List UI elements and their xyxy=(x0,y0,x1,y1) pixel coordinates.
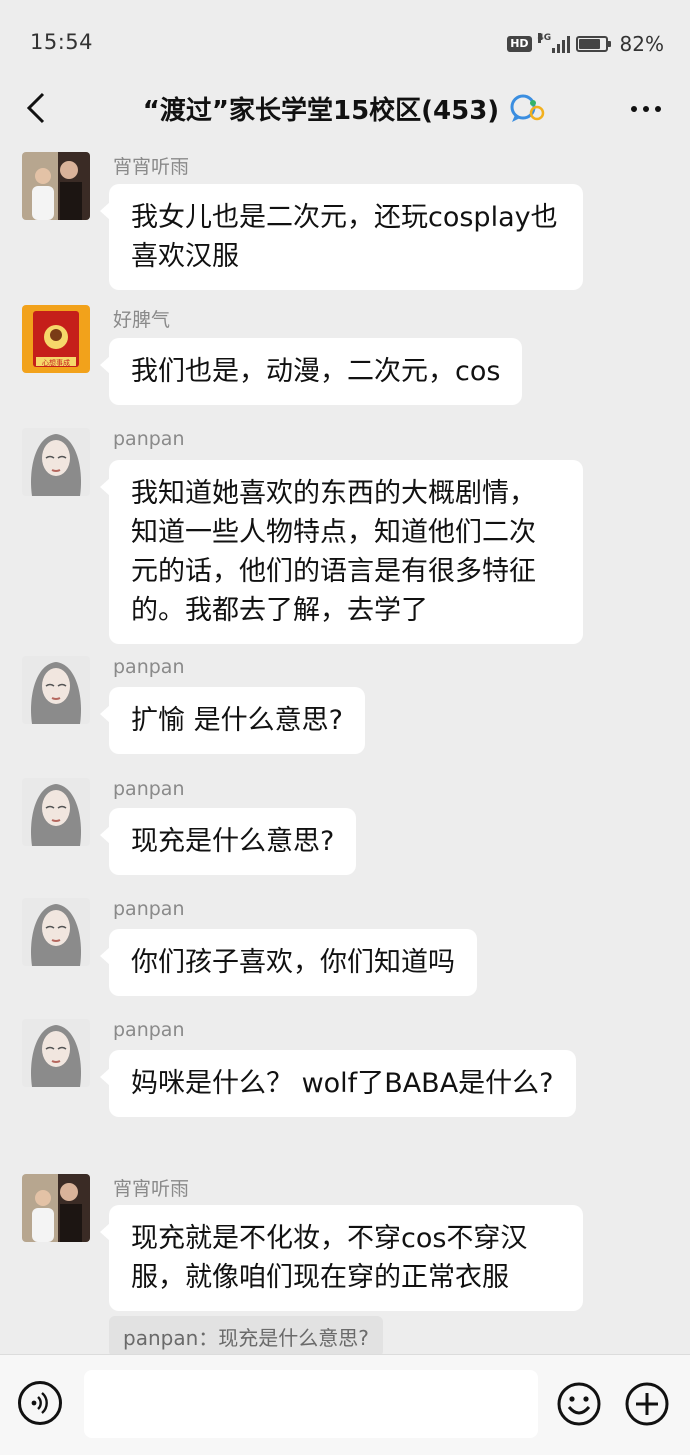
input-bar xyxy=(0,1354,690,1455)
sender-name: panpan xyxy=(113,778,185,800)
network-type: 4G xyxy=(537,33,552,43)
sender-name: panpan xyxy=(113,1019,185,1041)
more-icon xyxy=(631,106,637,112)
battery-percent: 82% xyxy=(619,32,664,56)
message-bubble[interactable]: 扩愉 是什么意思? xyxy=(100,687,365,754)
message-bubble[interactable]: 现充是什么意思? xyxy=(99,808,357,875)
chat-group-icon[interactable] xyxy=(507,91,547,127)
woman-avatar-icon xyxy=(22,898,90,966)
woman-avatar-icon xyxy=(22,1019,90,1087)
chat-header: “渡过”家长学堂15校区(453) xyxy=(0,70,690,148)
message-bubble[interactable]: 我知道她喜欢的东西的大概剧情，知道一些人物特点，知道他们二次元的话，他们的语言是… xyxy=(100,460,583,644)
status-icons: HD 4G 82% xyxy=(507,32,664,56)
avatar-label: 心想事成 xyxy=(42,358,70,367)
avatar[interactable] xyxy=(22,1174,90,1242)
voice-icon xyxy=(31,1392,48,1414)
sender-name: 宵宵听雨 xyxy=(113,156,190,178)
message-bubble[interactable]: 你们孩子喜欢，你们知道吗 xyxy=(100,929,477,996)
sender-name: 好脾气 xyxy=(113,309,171,331)
status-time: 15:54 xyxy=(30,30,94,54)
voice-button[interactable] xyxy=(18,1381,62,1425)
photo-avatar-icon xyxy=(22,152,90,220)
message-bubble[interactable]: 现充就是不化妆，不穿cos不穿汉服，就像咱们现在穿的正常衣服 xyxy=(100,1205,583,1311)
red-box-avatar-icon: 心想事成 xyxy=(22,305,90,373)
signal-icon: 4G xyxy=(537,33,570,53)
woman-avatar-icon xyxy=(22,778,90,846)
sender-name: panpan xyxy=(113,656,185,678)
avatar[interactable] xyxy=(22,428,90,496)
avatar[interactable] xyxy=(22,778,90,846)
sender-name: panpan xyxy=(113,898,185,920)
avatar[interactable] xyxy=(22,1019,90,1087)
battery-icon xyxy=(575,36,611,52)
hd-icon: HD xyxy=(507,36,532,52)
message-bubble[interactable]: 我们也是，动漫，二次元，cos xyxy=(99,338,523,405)
message-bubble[interactable]: 妈咪是什么？ wolf了BABA是什么? xyxy=(100,1050,576,1117)
chat-title-area: “渡过”家长学堂15校区(453) xyxy=(0,90,690,127)
emoji-button[interactable] xyxy=(556,1381,602,1427)
message-input[interactable] xyxy=(84,1370,538,1438)
woman-avatar-icon xyxy=(22,428,90,496)
photo-avatar-icon xyxy=(22,1174,90,1242)
emoji-icon xyxy=(557,1382,601,1426)
avatar[interactable] xyxy=(22,898,90,966)
message-list[interactable]: 宵宵听雨 我女儿也是二次元，还玩cosplay也喜欢汉服 心想事成 好脾气 我们… xyxy=(0,148,690,1354)
quoted-message[interactable]: panpan：现充是什么意思? xyxy=(109,1316,383,1354)
plus-button[interactable] xyxy=(624,1381,670,1427)
avatar[interactable]: 心想事成 xyxy=(22,305,90,373)
avatar[interactable] xyxy=(22,656,90,724)
message-bubble[interactable]: 我女儿也是二次元，还玩cosplay也喜欢汉服 xyxy=(100,184,583,290)
woman-avatar-icon xyxy=(22,656,90,724)
sender-name: 宵宵听雨 xyxy=(113,1178,190,1200)
plus-icon xyxy=(625,1382,669,1426)
chat-title: “渡过”家长学堂15校区(453) xyxy=(142,96,500,126)
sender-name: panpan xyxy=(113,428,185,450)
more-button[interactable] xyxy=(624,92,668,126)
avatar[interactable] xyxy=(22,152,90,220)
